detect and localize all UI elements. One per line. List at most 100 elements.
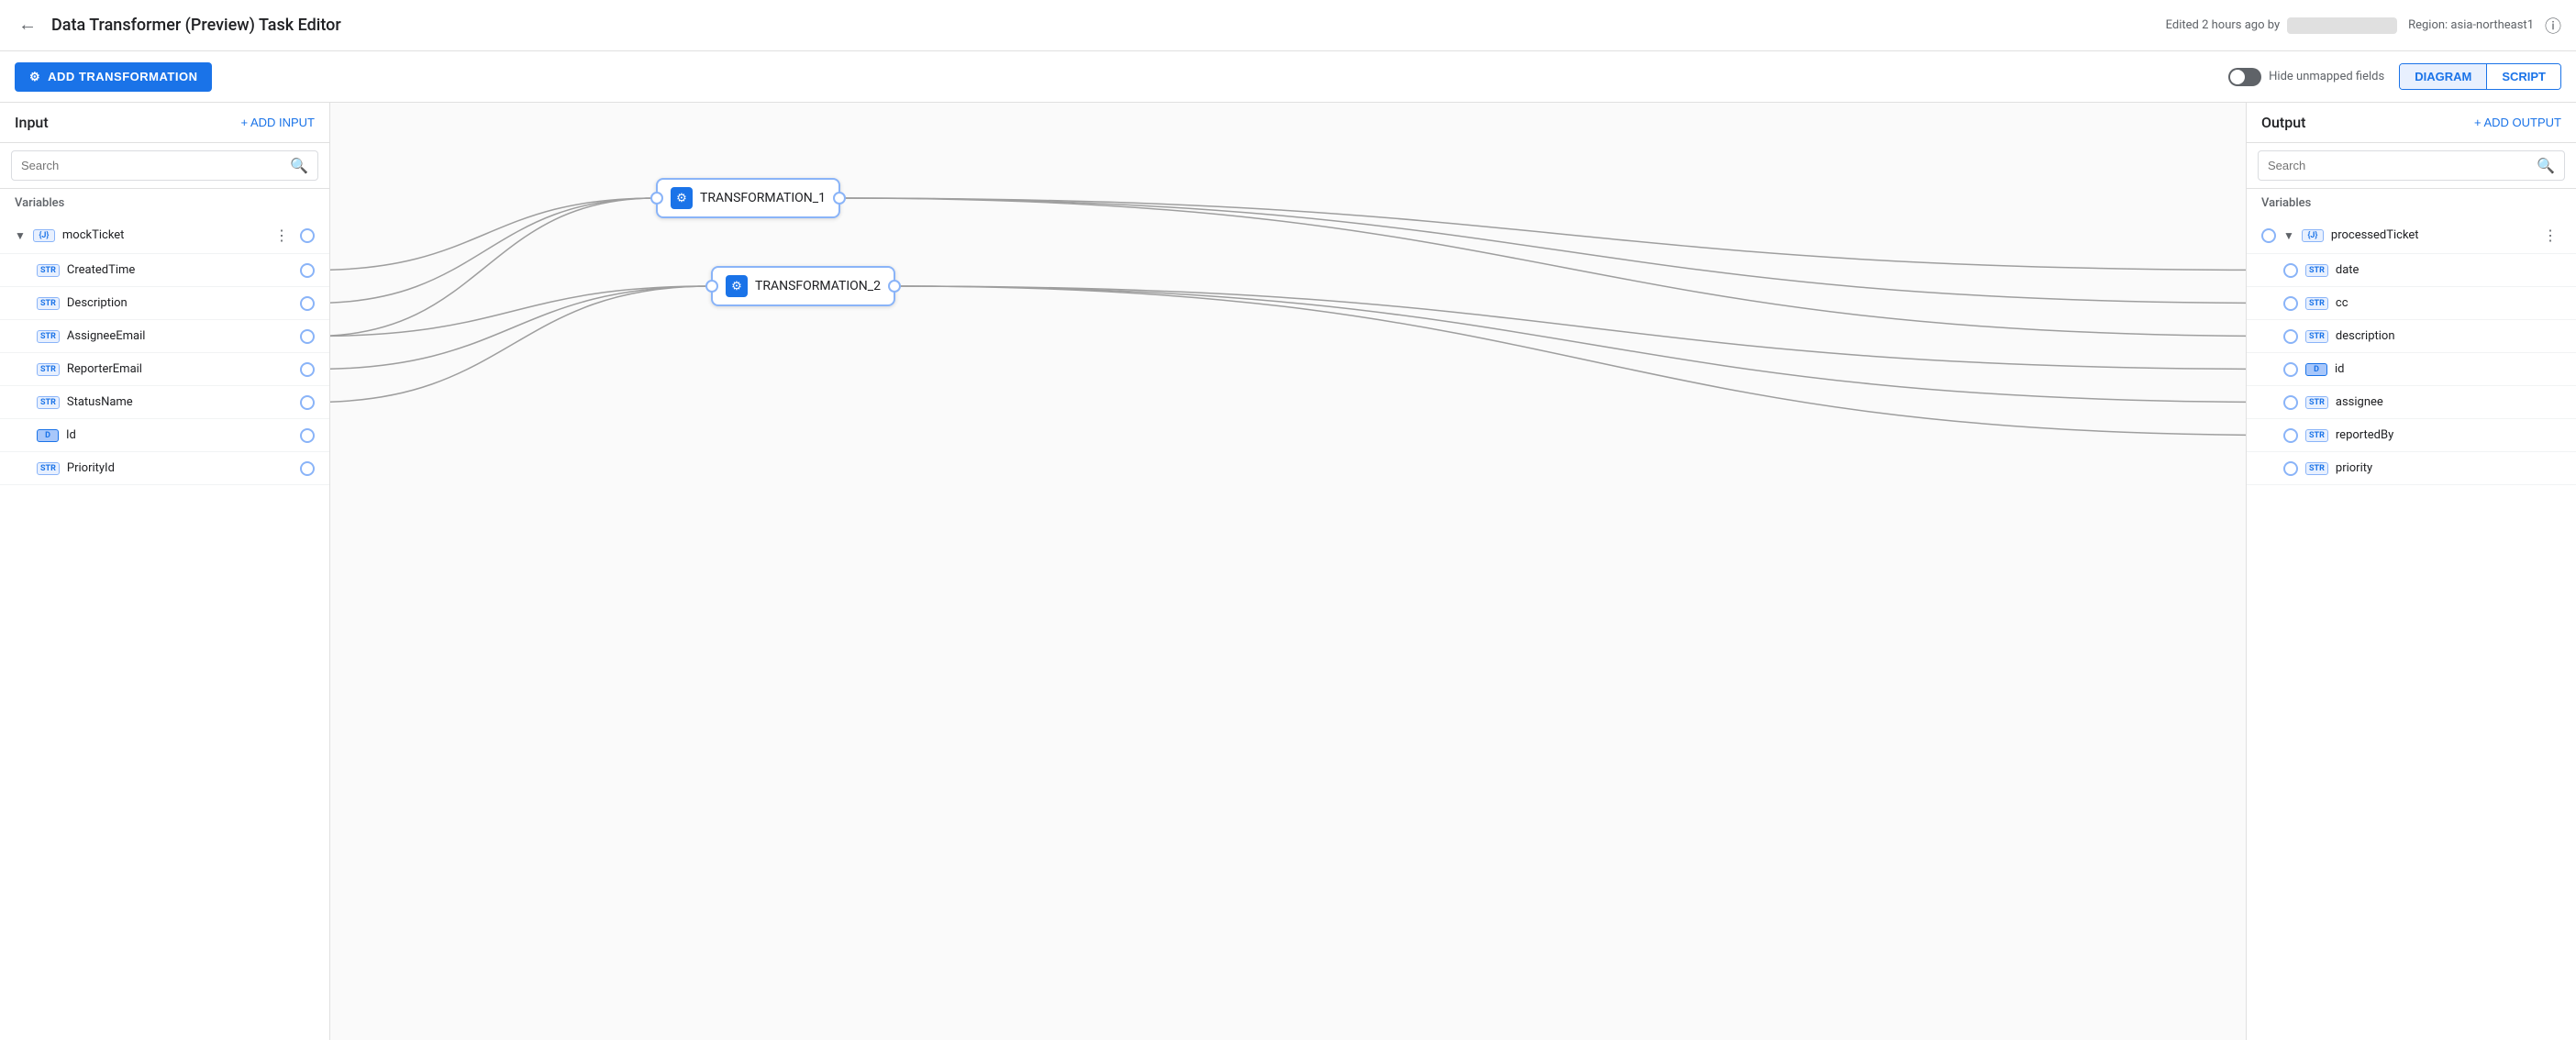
field-connector-assigneeemail[interactable] — [300, 329, 315, 344]
node2-label: TRANSFORMATION_2 — [755, 279, 881, 293]
transformation-node-2[interactable]: ⚙ TRANSFORMATION_2 — [711, 266, 895, 306]
field-name-createdtime: CreatedTime — [67, 263, 293, 277]
output-field-connector-reportedby[interactable] — [2283, 428, 2298, 443]
output-field-name-assignee: assignee — [2336, 395, 2561, 409]
parent-type-badge: {J} — [33, 229, 55, 242]
field-row-assigneeemail: STR AssigneeEmail — [0, 320, 329, 353]
output-field-type-cc: STR — [2305, 297, 2328, 310]
input-parent-variable: ▼ {J} mockTicket ⋮ — [0, 217, 329, 254]
edited-label: Edited 2 hours ago by — [2166, 18, 2280, 32]
output-parent-var-menu[interactable]: ⋮ — [2539, 225, 2561, 247]
canvas-area[interactable]: ⚙ TRANSFORMATION_1 ⚙ TRANSFORMATION_2 — [330, 103, 2246, 1040]
input-title: Input — [15, 114, 233, 131]
output-parent-var-name: processedTicket — [2331, 228, 2532, 242]
field-type-statusname: STR — [37, 396, 60, 409]
output-field-type-assignee: STR — [2305, 396, 2328, 409]
output-panel-header: Output + ADD OUTPUT — [2247, 103, 2576, 143]
output-field-connector-assignee[interactable] — [2283, 395, 2298, 410]
field-connector-id[interactable] — [300, 428, 315, 443]
node2-icon: ⚙ — [726, 275, 748, 297]
output-search-icon[interactable]: 🔍 — [2537, 157, 2555, 174]
field-row-createdtime: STR CreatedTime — [0, 254, 329, 287]
expand-icon[interactable]: ▼ — [15, 229, 26, 242]
output-field-connector-priority[interactable] — [2283, 461, 2298, 476]
output-title: Output — [2261, 114, 2467, 131]
output-parent-type-badge: {J} — [2302, 229, 2324, 242]
input-panel-header: Input + ADD INPUT — [0, 103, 329, 143]
output-expand-icon[interactable]: ▼ — [2283, 229, 2294, 242]
parent-var-name: mockTicket — [62, 228, 263, 242]
field-row-reporteremail: STR ReporterEmail — [0, 353, 329, 386]
header: ← Data Transformer (Preview) Task Editor… — [0, 0, 2576, 51]
node1-icon: ⚙ — [671, 187, 693, 209]
input-search-icon[interactable]: 🔍 — [290, 157, 308, 174]
parent-var-connector[interactable] — [300, 228, 315, 243]
field-row-id: D Id — [0, 419, 329, 452]
field-connector-reporteremail[interactable] — [300, 362, 315, 377]
hide-unmapped-container: Hide unmapped fields — [2228, 68, 2384, 86]
main-content: Input + ADD INPUT 🔍 Variables ▼ {J} mock… — [0, 103, 2576, 1040]
field-row-priorityid: STR PriorityId — [0, 452, 329, 485]
info-icon: ⓘ — [2545, 14, 2561, 38]
field-type-id: D — [37, 429, 59, 442]
transformation-node-1[interactable]: ⚙ TRANSFORMATION_1 — [656, 178, 840, 218]
field-type-reporteremail: STR — [37, 363, 60, 376]
node2-connector-right[interactable] — [888, 280, 901, 293]
output-field-row-priority: STR priority — [2247, 452, 2576, 485]
user-placeholder — [2287, 17, 2397, 34]
output-field-name-cc: cc — [2336, 296, 2561, 310]
input-search-container: 🔍 — [0, 143, 329, 189]
input-search-wrap: 🔍 — [11, 150, 318, 181]
output-field-type-date: STR — [2305, 264, 2328, 277]
output-field-connector-id[interactable] — [2283, 362, 2298, 377]
output-field-type-description: STR — [2305, 330, 2328, 343]
node1-connector-right[interactable] — [833, 192, 846, 205]
output-field-row-cc: STR cc — [2247, 287, 2576, 320]
info-button[interactable]: ⓘ — [2545, 14, 2561, 38]
output-field-row-reportedby: STR reportedBy — [2247, 419, 2576, 452]
output-field-type-reportedby: STR — [2305, 429, 2328, 442]
output-field-name-id: id — [2335, 362, 2561, 376]
toolbar: ⚙ ADD TRANSFORMATION Hide unmapped field… — [0, 51, 2576, 103]
input-search-input[interactable] — [21, 159, 283, 172]
gear-icon: ⚙ — [29, 70, 40, 84]
hide-unmapped-label: Hide unmapped fields — [2269, 70, 2384, 83]
hide-unmapped-toggle[interactable] — [2228, 68, 2261, 86]
field-connector-statusname[interactable] — [300, 395, 315, 410]
add-output-button[interactable]: + ADD OUTPUT — [2474, 116, 2561, 129]
add-transformation-button[interactable]: ⚙ ADD TRANSFORMATION — [15, 62, 212, 92]
field-type-priorityid: STR — [37, 462, 60, 475]
add-input-button[interactable]: + ADD INPUT — [240, 116, 315, 129]
parent-var-menu[interactable]: ⋮ — [271, 225, 293, 247]
field-connector-description[interactable] — [300, 296, 315, 311]
output-parent-connector[interactable] — [2261, 228, 2276, 243]
back-button[interactable]: ← — [15, 11, 40, 39]
output-search-wrap: 🔍 — [2258, 150, 2565, 181]
script-tab[interactable]: SCRIPT — [2487, 64, 2560, 89]
field-connector-priorityid[interactable] — [300, 461, 315, 476]
field-name-priorityid: PriorityId — [67, 461, 293, 475]
output-search-input[interactable] — [2268, 159, 2529, 172]
region-label: Region: asia-northeast1 — [2408, 18, 2534, 32]
output-field-row-id: D id — [2247, 353, 2576, 386]
field-type-description: STR — [37, 297, 60, 310]
node2-connector-left[interactable] — [705, 280, 718, 293]
output-field-connector-date[interactable] — [2283, 263, 2298, 278]
output-field-connector-cc[interactable] — [2283, 296, 2298, 311]
output-variables-header: Variables — [2247, 189, 2576, 217]
output-field-connector-description[interactable] — [2283, 329, 2298, 344]
output-panel: Output + ADD OUTPUT 🔍 Variables ▼ {J} pr… — [2246, 103, 2576, 1040]
header-meta: Edited 2 hours ago by — [2166, 17, 2397, 34]
output-field-type-id: D — [2305, 363, 2327, 376]
canvas-svg — [330, 103, 2246, 1040]
add-transformation-label: ADD TRANSFORMATION — [48, 70, 197, 83]
field-connector-createdtime[interactable] — [300, 263, 315, 278]
diagram-tab[interactable]: DIAGRAM — [2400, 64, 2487, 89]
output-field-name-reportedby: reportedBy — [2336, 428, 2561, 442]
node1-label: TRANSFORMATION_1 — [700, 191, 826, 205]
output-search-container: 🔍 — [2247, 143, 2576, 189]
input-panel: Input + ADD INPUT 🔍 Variables ▼ {J} mock… — [0, 103, 330, 1040]
node1-connector-left[interactable] — [650, 192, 663, 205]
field-row-statusname: STR StatusName — [0, 386, 329, 419]
field-type-createdtime: STR — [37, 264, 60, 277]
